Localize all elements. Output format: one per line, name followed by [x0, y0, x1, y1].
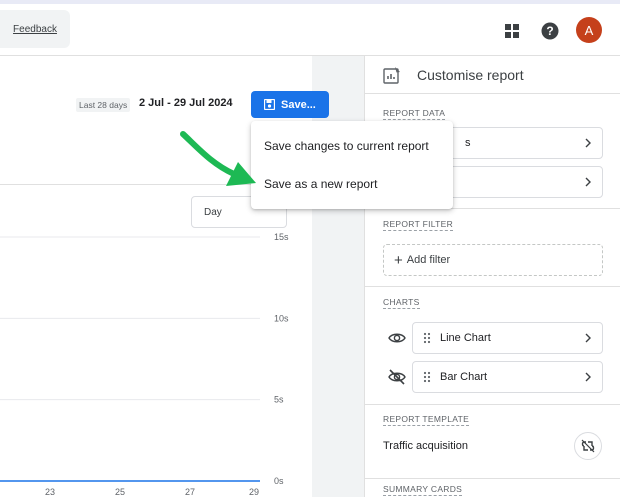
- avatar[interactable]: A: [576, 17, 602, 43]
- y-tick-label: 0s: [274, 476, 284, 486]
- plus-icon: +: [394, 251, 403, 269]
- chart-row-line[interactable]: Line Chart: [412, 322, 603, 354]
- report-data-label: REPORT DATA: [383, 108, 446, 120]
- y-tick-label: 15s: [274, 232, 289, 242]
- save-button-label: Save...: [281, 98, 316, 111]
- x-tick-label: 23: [45, 487, 55, 497]
- x-tick-label: 29: [249, 487, 259, 497]
- chevron-right-icon: [585, 333, 591, 343]
- template-name: Traffic acquisition: [383, 440, 468, 452]
- y-tick-label: 5s: [274, 395, 284, 405]
- eye-icon[interactable]: [388, 329, 406, 347]
- chevron-right-icon: [585, 372, 591, 382]
- drag-handle-icon[interactable]: [423, 371, 431, 383]
- save-button[interactable]: Save...: [251, 91, 329, 118]
- drag-handle-icon[interactable]: [423, 332, 431, 344]
- panel-header: Customise report: [365, 56, 620, 94]
- y-tick-label: 10s: [274, 313, 289, 323]
- menu-item-save-as-new[interactable]: Save as a new report: [251, 165, 453, 203]
- link-off-icon[interactable]: [574, 432, 602, 460]
- report-template-label: REPORT TEMPLATE: [383, 414, 470, 426]
- section-divider: [365, 404, 620, 405]
- date-range-picker[interactable]: 2 Jul - 29 Jul 2024: [139, 97, 233, 109]
- date-preset-chip: Last 28 days: [76, 98, 131, 112]
- panel-title: Customise report: [417, 66, 524, 83]
- x-tick-label: 27: [185, 487, 195, 497]
- x-tick-label: 25: [115, 487, 125, 497]
- green-pointer-arrow: [180, 131, 256, 186]
- chevron-right-icon: [585, 138, 591, 148]
- help-icon[interactable]: ?: [537, 18, 563, 44]
- svg-text:?: ?: [546, 24, 553, 38]
- granularity-value: Day: [204, 206, 222, 218]
- charts-label: CHARTS: [383, 297, 420, 309]
- customise-report-icon: [383, 66, 400, 84]
- chevron-right-icon: [585, 177, 591, 187]
- section-divider: [365, 478, 620, 479]
- add-filter-label: Add filter: [406, 254, 451, 266]
- report-data-row-label: s: [465, 137, 471, 149]
- feedback-link[interactable]: Feedback: [0, 10, 70, 48]
- chart-row-bar[interactable]: Bar Chart: [412, 361, 603, 393]
- top-bar: Feedback ? A: [0, 4, 620, 56]
- apps-grid-icon[interactable]: [499, 18, 525, 44]
- save-menu: Save changes to current report Save as a…: [251, 121, 453, 209]
- add-filter-button[interactable]: + Add filter: [383, 244, 603, 276]
- menu-item-save-changes[interactable]: Save changes to current report: [251, 127, 453, 165]
- eye-off-icon[interactable]: [388, 368, 406, 386]
- line-chart: 15s 10s 5s 0s 23 25 27 29: [0, 232, 289, 497]
- summary-cards-label: SUMMARY CARDS: [383, 484, 463, 496]
- save-icon: [264, 99, 275, 110]
- section-divider: [365, 286, 620, 287]
- report-filter-label: REPORT FILTER: [383, 219, 454, 231]
- chart-row-label: Line Chart: [440, 332, 491, 344]
- chart-row-label: Bar Chart: [440, 371, 488, 383]
